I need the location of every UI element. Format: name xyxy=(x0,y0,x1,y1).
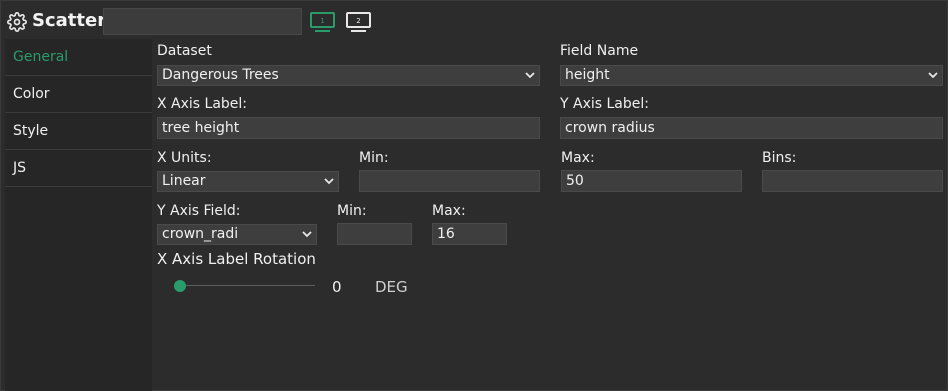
x-units-select[interactable]: Linear xyxy=(157,171,339,192)
rotation-unit: DEG xyxy=(375,278,408,296)
y-axis-field-select-value: crown_radi xyxy=(162,226,239,242)
bins-input[interactable] xyxy=(762,170,943,192)
x-max-label: Max: xyxy=(561,150,595,166)
field-name-select[interactable]: height xyxy=(560,65,943,86)
gear-icon[interactable] xyxy=(7,12,27,32)
y-axis-field-label: Y Axis Field: xyxy=(157,203,241,219)
chevron-down-icon xyxy=(525,72,535,79)
y-min-label: Min: xyxy=(337,203,367,219)
monitor-1-label: 1 xyxy=(320,17,324,25)
sidebar-item-color[interactable]: Color xyxy=(5,76,152,113)
panel-header: Scatter 1 2 xyxy=(1,1,948,41)
monitor-2-label: 2 xyxy=(356,17,360,25)
sidebar-item-general[interactable]: General xyxy=(5,39,152,76)
chevron-down-icon xyxy=(324,178,334,185)
panel-title: Scatter xyxy=(32,10,107,31)
dataset-label: Dataset xyxy=(157,43,212,59)
rotation-slider-thumb[interactable] xyxy=(174,280,186,292)
x-min-label: Min: xyxy=(359,150,389,166)
bins-label: Bins: xyxy=(762,150,797,166)
y-axis-field-select[interactable]: crown_radi xyxy=(157,224,317,245)
x-max-input[interactable] xyxy=(561,170,742,192)
x-units-label: X Units: xyxy=(157,150,212,166)
monitor-2-icon[interactable]: 2 xyxy=(345,11,372,33)
rotation-label: X Axis Label Rotation xyxy=(157,250,316,268)
monitor-1-icon[interactable]: 1 xyxy=(309,11,336,33)
x-axis-label-input[interactable] xyxy=(157,117,540,139)
y-min-input[interactable] xyxy=(337,223,412,245)
chevron-down-icon xyxy=(928,72,938,79)
x-axis-label-label: X Axis Label: xyxy=(157,96,248,112)
y-axis-label-input[interactable] xyxy=(560,117,943,139)
y-axis-label-label: Y Axis Label: xyxy=(560,96,649,112)
chart-name-input[interactable] xyxy=(103,8,302,35)
settings-sidebar: General Color Style JS xyxy=(5,39,152,391)
y-max-input[interactable] xyxy=(432,223,507,245)
rotation-value: 0 xyxy=(332,278,342,296)
field-name-label: Field Name xyxy=(560,43,639,59)
x-units-select-value: Linear xyxy=(162,173,206,189)
scatter-settings-panel: Scatter 1 2 General Color Style JS Datas… xyxy=(0,0,948,391)
dataset-select[interactable]: Dangerous Trees xyxy=(157,65,540,86)
sidebar-item-style[interactable]: Style xyxy=(5,113,152,150)
x-min-input[interactable] xyxy=(359,170,540,192)
dataset-select-value: Dangerous Trees xyxy=(162,67,279,83)
chevron-down-icon xyxy=(302,231,312,238)
field-name-select-value: height xyxy=(565,67,610,83)
sidebar-item-js[interactable]: JS xyxy=(5,150,152,187)
rotation-slider-track[interactable] xyxy=(180,285,315,286)
y-max-label: Max: xyxy=(432,203,466,219)
